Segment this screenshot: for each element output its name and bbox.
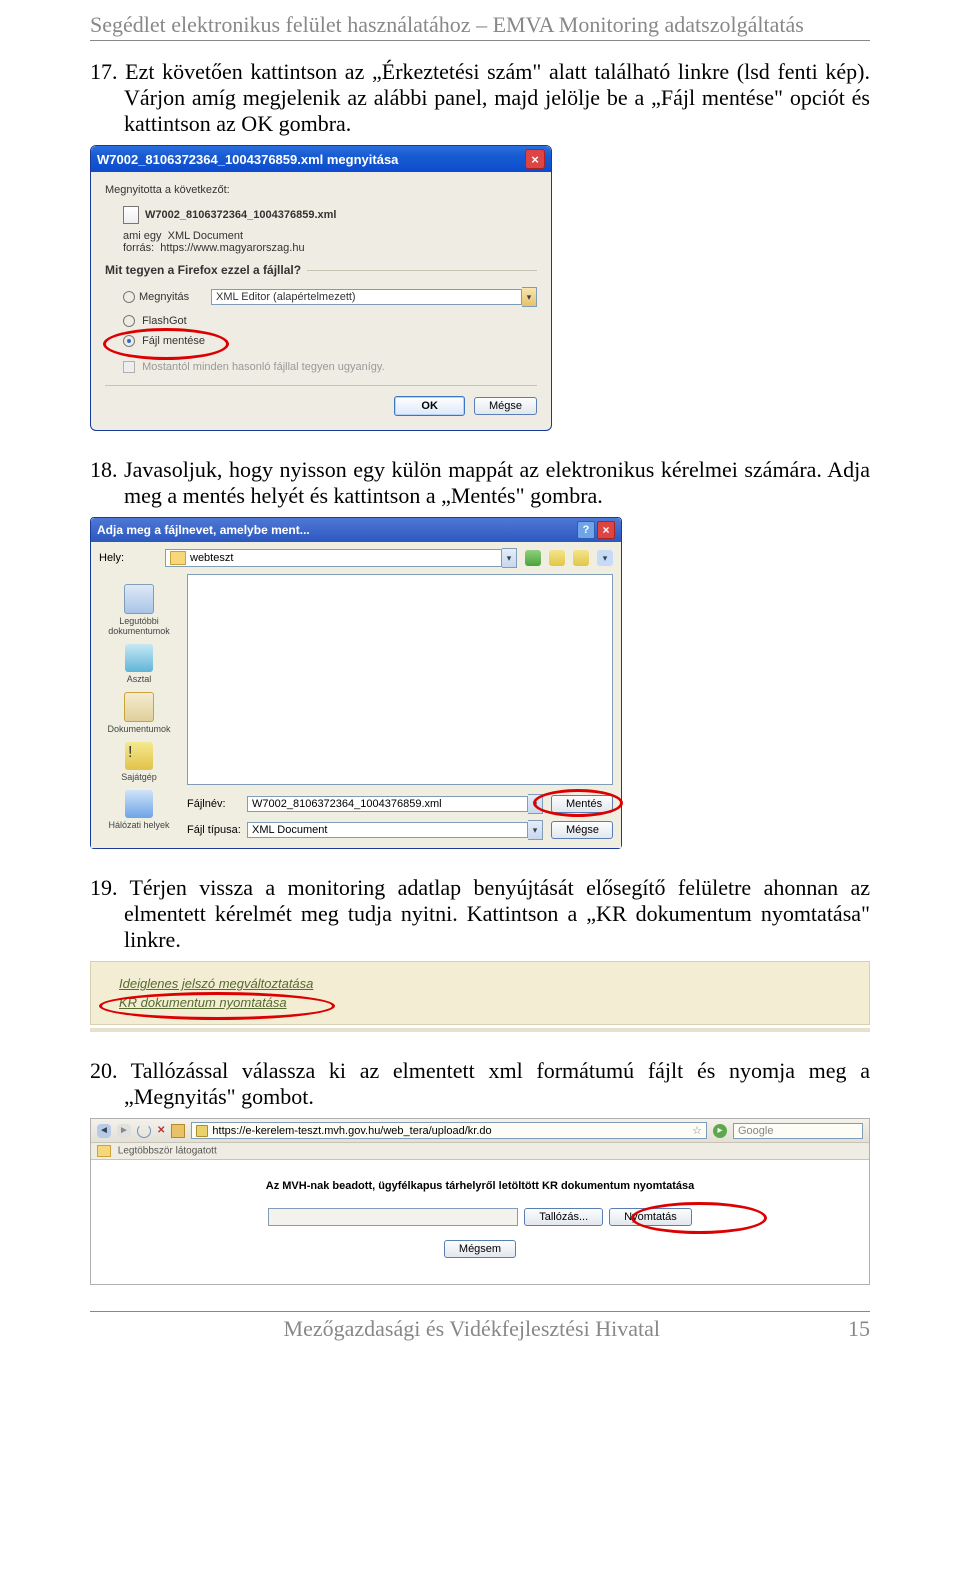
location-combo[interactable]: webteszt bbox=[165, 549, 502, 567]
link-print-kr[interactable]: KR dokumentum nyomtatása bbox=[119, 993, 841, 1012]
folder-icon bbox=[170, 551, 186, 565]
cancel-button[interactable]: Mégse bbox=[551, 821, 613, 839]
bookmarks-bar-item[interactable]: Legtöbbször látogatott bbox=[118, 1146, 217, 1157]
home-icon[interactable] bbox=[171, 1124, 185, 1138]
filetype-label: Fájl típusa: bbox=[187, 824, 247, 836]
action-question: Mit tegyen a Firefox ezzel a fájllal? bbox=[105, 263, 307, 277]
figure-save-dialog: Adja meg a fájlnevet, amelybe ment... ? … bbox=[90, 517, 870, 849]
dialog-title: W7002_8106372364_1004376859.xml megnyitá… bbox=[97, 152, 398, 167]
file-source-line: forrás: https://www.magyarorszag.hu bbox=[123, 242, 537, 254]
location-value: webteszt bbox=[190, 552, 233, 564]
figure-link-panel: Ideiglenes jelszó megváltoztatása KR dok… bbox=[90, 961, 870, 1032]
file-path-input[interactable] bbox=[268, 1208, 518, 1226]
stop-icon[interactable]: ✕ bbox=[157, 1125, 165, 1136]
document-page: Segédlet elektronikus felület használatá… bbox=[0, 0, 960, 1352]
link-change-password[interactable]: Ideiglenes jelszó megváltoztatása bbox=[119, 974, 841, 993]
save-label: Fájl mentése bbox=[142, 335, 205, 347]
radio-save[interactable] bbox=[123, 335, 135, 347]
file-type-line: ami egy XML Document bbox=[123, 230, 537, 242]
back-icon[interactable]: ◄ bbox=[97, 1124, 111, 1138]
save-button[interactable]: Mentés bbox=[551, 795, 613, 813]
filename-label: Fájlnév: bbox=[187, 798, 247, 810]
up-folder-icon[interactable] bbox=[549, 550, 565, 566]
ok-button[interactable]: OK bbox=[394, 396, 465, 416]
xml-file-icon bbox=[123, 206, 139, 224]
cancel-button[interactable]: Mégsem bbox=[444, 1240, 516, 1258]
browse-button[interactable]: Tallózás... bbox=[524, 1208, 603, 1226]
url-bar[interactable]: https://e-kerelem-teszt.mvh.gov.hu/web_t… bbox=[191, 1122, 707, 1139]
figure-open-dialog: W7002_8106372364_1004376859.xml megnyitá… bbox=[90, 145, 870, 431]
side-mycomputer[interactable]: !Sajátgép bbox=[121, 742, 157, 782]
radio-flashgot[interactable] bbox=[123, 315, 135, 327]
print-button[interactable]: Nyomtatás bbox=[609, 1208, 692, 1226]
instruction-20: 20. Tallózással válassza ki az elmentett… bbox=[90, 1058, 870, 1110]
side-desktop[interactable]: Asztal bbox=[125, 644, 153, 684]
chevron-down-icon[interactable]: ▾ bbox=[502, 548, 517, 568]
remember-checkbox[interactable] bbox=[123, 361, 135, 373]
forward-icon[interactable]: ► bbox=[117, 1124, 131, 1138]
open-with-combo[interactable]: XML Editor (alapértelmezett) bbox=[211, 289, 522, 305]
search-box[interactable]: Google bbox=[733, 1123, 863, 1139]
upload-heading: Az MVH-nak beadott, ügyfélkapus tárhelyr… bbox=[91, 1180, 869, 1192]
help-icon[interactable]: ? bbox=[577, 521, 595, 539]
lock-icon bbox=[196, 1125, 208, 1137]
footer-org: Mezőgazdasági és Vidékfejlesztési Hivata… bbox=[284, 1316, 660, 1342]
side-network[interactable]: Hálózati helyek bbox=[108, 790, 169, 830]
save-dialog-title: Adja meg a fájlnevet, amelybe ment... bbox=[97, 523, 310, 537]
reload-icon[interactable] bbox=[137, 1124, 151, 1138]
page-header: Segédlet elektronikus felület használatá… bbox=[90, 0, 870, 41]
view-menu-icon[interactable]: ▾ bbox=[597, 550, 613, 566]
go-icon[interactable]: ▸ bbox=[713, 1124, 727, 1138]
radio-open[interactable] bbox=[123, 291, 135, 303]
page-footer: . Mezőgazdasági és Vidékfejlesztési Hiva… bbox=[90, 1311, 870, 1352]
figure-browser-upload: ◄ ► ✕ https://e-kerelem-teszt.mvh.gov.hu… bbox=[90, 1118, 870, 1285]
side-recent[interactable]: Legutóbbi dokumentumok bbox=[97, 584, 181, 636]
close-icon[interactable]: × bbox=[525, 149, 545, 169]
filetype-combo[interactable]: XML Document bbox=[247, 822, 528, 838]
chevron-down-icon[interactable]: ▾ bbox=[528, 794, 543, 814]
side-documents[interactable]: Dokumentumok bbox=[107, 692, 170, 734]
remember-label: Mostantól minden hasonló fájllal tegyen … bbox=[142, 361, 385, 373]
location-label: Hely: bbox=[99, 552, 165, 564]
filename: W7002_8106372364_1004376859.xml bbox=[145, 209, 336, 221]
file-list-area[interactable] bbox=[187, 574, 613, 785]
url-text: https://e-kerelem-teszt.mvh.gov.hu/web_t… bbox=[212, 1125, 491, 1137]
cancel-button[interactable]: Mégse bbox=[474, 397, 537, 415]
instruction-18: 18. Javasoljuk, hogy nyisson egy külön m… bbox=[90, 457, 870, 509]
open-label: Megnyitás bbox=[139, 291, 211, 303]
star-icon[interactable]: ☆ bbox=[692, 1124, 702, 1137]
chevron-down-icon[interactable]: ▾ bbox=[522, 287, 537, 307]
new-folder-icon[interactable] bbox=[573, 550, 589, 566]
footer-page-number: 15 bbox=[848, 1316, 870, 1342]
instruction-17: 17. Ezt követően kattintson az „Érkeztet… bbox=[90, 59, 870, 137]
dialog-titlebar[interactable]: W7002_8106372364_1004376859.xml megnyitá… bbox=[91, 146, 551, 172]
save-dialog-titlebar[interactable]: Adja meg a fájlnevet, amelybe ment... ? … bbox=[91, 518, 621, 542]
instruction-19: 19. Térjen vissza a monitoring adatlap b… bbox=[90, 875, 870, 953]
chevron-down-icon[interactable]: ▾ bbox=[528, 820, 543, 840]
back-icon[interactable] bbox=[525, 550, 541, 566]
opened-label: Megnyitotta a következőt: bbox=[105, 184, 537, 196]
flashgot-label: FlashGot bbox=[142, 315, 187, 327]
folder-icon bbox=[97, 1145, 111, 1157]
close-icon[interactable]: × bbox=[597, 521, 615, 539]
filename-input[interactable] bbox=[247, 796, 528, 812]
